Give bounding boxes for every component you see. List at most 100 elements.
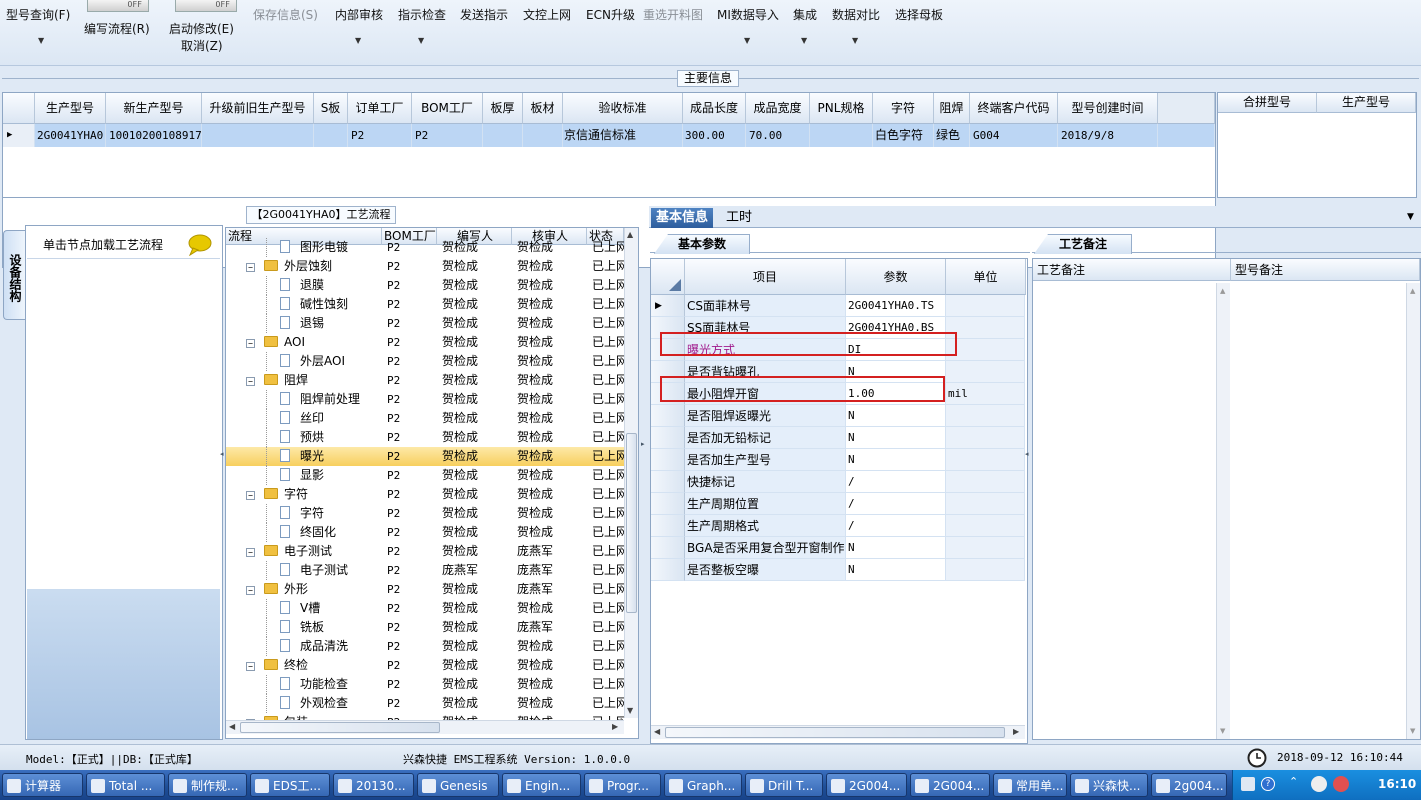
column-header[interactable]: 板材 bbox=[523, 93, 563, 124]
security-icon[interactable] bbox=[1333, 776, 1349, 792]
scroll-up-arrow-icon[interactable]: ▲ bbox=[1220, 287, 1225, 295]
tree-vertical-scrollbar[interactable]: ▲ ▼ bbox=[624, 228, 638, 718]
cell-material[interactable] bbox=[523, 124, 563, 147]
cell-production-model[interactable]: 2G0041YHA0 bbox=[35, 124, 106, 147]
tree-row[interactable]: − 终检 P2 贺检成 贺检成 已上网 bbox=[226, 656, 624, 675]
row-header[interactable] bbox=[651, 449, 685, 471]
tree-row[interactable]: 退膜 P2 贺检成 贺检成 已上网 bbox=[226, 276, 624, 295]
tree-row[interactable]: − 字符 P2 贺检成 贺检成 已上网 bbox=[226, 485, 624, 504]
param-value[interactable]: N bbox=[846, 427, 946, 449]
param-value[interactable]: N bbox=[846, 405, 946, 427]
column-header[interactable]: 终端客户代码 bbox=[970, 93, 1058, 124]
column-header[interactable]: 升级前旧生产型号 bbox=[202, 93, 314, 124]
cell-created-time[interactable]: 2018/9/8 bbox=[1058, 124, 1158, 147]
taskbar-item[interactable]: 2G004... bbox=[910, 773, 990, 797]
param-row[interactable]: 快捷标记 / bbox=[651, 471, 1025, 493]
tree-row[interactable]: 图形电镀 P2 贺检成 贺检成 已上网 bbox=[226, 238, 624, 257]
param-value[interactable]: / bbox=[846, 515, 946, 537]
process-tree[interactable]: 流程 BOM工厂 编写人 核审人 状态 图形电镀P2贺检成贺检成已上网−外层蚀刻… bbox=[225, 227, 639, 739]
tree-horizontal-scrollbar[interactable]: ◀ ▶ bbox=[226, 720, 624, 734]
taskbar-item[interactable]: 常用单... bbox=[993, 773, 1067, 797]
scroll-down-arrow-icon[interactable]: ▼ bbox=[627, 706, 633, 715]
keyboard-icon[interactable] bbox=[1241, 777, 1255, 791]
taskbar-item[interactable]: 2G004... bbox=[826, 773, 907, 797]
cancel-button[interactable]: 取消(Z) bbox=[181, 37, 223, 54]
column-header[interactable]: 生产型号 bbox=[1317, 93, 1416, 113]
edit-flow-button[interactable]: 编写流程(R) bbox=[84, 20, 150, 37]
cell-new-production-model[interactable]: 10010200108917 bbox=[106, 124, 202, 147]
tree-row[interactable]: − AOI P2 贺检成 贺检成 已上网 bbox=[226, 333, 624, 352]
scroll-right-arrow-icon[interactable]: ▶ bbox=[1013, 727, 1019, 736]
param-value[interactable]: / bbox=[846, 471, 946, 493]
doc-control-online-button[interactable]: 文控上网 bbox=[523, 6, 571, 23]
collapse-toggle-icon[interactable]: − bbox=[246, 485, 255, 504]
process-notes-tab[interactable]: 工艺备注 bbox=[1034, 234, 1132, 254]
network-icon[interactable] bbox=[1311, 776, 1327, 792]
column-header[interactable]: 成品宽度 bbox=[746, 93, 810, 124]
help-icon[interactable]: ? bbox=[1261, 777, 1275, 791]
model-query-button[interactable]: 型号查询(F) ▼ bbox=[6, 6, 70, 45]
row-header[interactable] bbox=[651, 471, 685, 493]
taskbar-item[interactable]: EDS工... bbox=[250, 773, 330, 797]
column-header[interactable]: 字符 bbox=[873, 93, 934, 124]
cell-width[interactable]: 70.00 bbox=[746, 124, 810, 147]
param-row[interactable]: 生产周期位置 / bbox=[651, 493, 1025, 515]
taskbar-item[interactable]: Total ... bbox=[86, 773, 165, 797]
taskbar-item[interactable]: 2g004... bbox=[1151, 773, 1227, 797]
combined-model-grid[interactable]: 合拼型号 生产型号 bbox=[1217, 92, 1417, 198]
device-structure-tab[interactable]: 设备结构 bbox=[3, 230, 25, 320]
column-header[interactable]: 合拼型号 bbox=[1218, 93, 1317, 113]
collapse-toggle-icon[interactable]: − bbox=[246, 542, 255, 561]
toggle-switch[interactable]: OFF bbox=[175, 0, 237, 12]
cell-order-factory[interactable]: P2 bbox=[348, 124, 412, 147]
tab-basic-info[interactable]: 基本信息 bbox=[651, 208, 714, 228]
instruction-check-button[interactable]: 指示检查 ▼ bbox=[398, 6, 446, 45]
tree-row[interactable]: 铣板 P2 贺检成 庞燕军 已上网 bbox=[226, 618, 624, 637]
tree-row[interactable]: 碱性蚀刻 P2 贺检成 贺检成 已上网 bbox=[226, 295, 624, 314]
row-header[interactable] bbox=[651, 559, 685, 581]
taskbar-item[interactable]: 兴森快... bbox=[1070, 773, 1148, 797]
cell-length[interactable]: 300.00 bbox=[683, 124, 746, 147]
splitter-handle-icon[interactable]: ◂ bbox=[1025, 450, 1031, 490]
reselect-cutting-button[interactable]: 重选开料图 bbox=[643, 6, 703, 23]
scroll-left-arrow-icon[interactable]: ◀ bbox=[654, 727, 660, 736]
basic-params-tab[interactable]: 基本参数 bbox=[654, 234, 750, 254]
tree-row[interactable]: 终固化 P2 贺检成 贺检成 已上网 bbox=[226, 523, 624, 542]
tree-row[interactable]: 曝光 P2 贺检成 贺检成 已上网 bbox=[226, 447, 624, 466]
column-header[interactable]: BOM工厂 bbox=[412, 93, 483, 124]
cell-s-board[interactable] bbox=[314, 124, 348, 147]
scrollbar-thumb[interactable] bbox=[240, 722, 440, 733]
model-notes-textarea[interactable] bbox=[1233, 283, 1405, 738]
scroll-left-arrow-icon[interactable]: ◀ bbox=[229, 722, 235, 731]
column-header[interactable]: 生产型号 bbox=[35, 93, 106, 124]
param-row[interactable]: BGA是否采用复合型开窗制作 N bbox=[651, 537, 1025, 559]
splitter-handle-icon[interactable]: ▸ bbox=[641, 440, 647, 480]
row-header[interactable] bbox=[651, 427, 685, 449]
column-header[interactable]: PNL规格 bbox=[810, 93, 873, 124]
taskbar-item[interactable]: Graph... bbox=[664, 773, 742, 797]
taskbar-item[interactable]: 制作规... bbox=[168, 773, 247, 797]
param-value[interactable]: / bbox=[846, 493, 946, 515]
row-header[interactable] bbox=[651, 405, 685, 427]
tree-row[interactable]: 退锡 P2 贺检成 贺检成 已上网 bbox=[226, 314, 624, 333]
column-header[interactable]: 订单工厂 bbox=[348, 93, 412, 124]
scroll-down-arrow-icon[interactable]: ▼ bbox=[1220, 727, 1225, 735]
tree-row[interactable]: 丝印 P2 贺检成 贺检成 已上网 bbox=[226, 409, 624, 428]
scrollbar-thumb[interactable] bbox=[665, 727, 1005, 738]
row-header[interactable]: ▶ bbox=[651, 295, 685, 317]
collapse-toggle-icon[interactable]: − bbox=[246, 333, 255, 352]
params-horizontal-scrollbar[interactable]: ◀ ▶ bbox=[651, 725, 1025, 739]
tree-row[interactable]: − 阻焊 P2 贺检成 贺检成 已上网 bbox=[226, 371, 624, 390]
cell-old-model[interactable] bbox=[202, 124, 314, 147]
taskbar-item[interactable]: Drill T... bbox=[745, 773, 823, 797]
param-value[interactable]: N bbox=[846, 449, 946, 471]
param-value[interactable]: N bbox=[846, 559, 946, 581]
tree-row[interactable]: 预烘 P2 贺检成 贺检成 已上网 bbox=[226, 428, 624, 447]
tray-expand-icon[interactable]: ⌃ bbox=[1289, 775, 1298, 788]
column-header[interactable]: 阻焊 bbox=[934, 93, 970, 124]
cell-thickness[interactable] bbox=[483, 124, 523, 147]
row-header[interactable] bbox=[651, 537, 685, 559]
integration-button[interactable]: 集成 ▼ bbox=[793, 6, 817, 45]
cell-pnl-spec[interactable] bbox=[810, 124, 873, 147]
cell-solder-mask[interactable]: 绿色 bbox=[934, 124, 970, 147]
